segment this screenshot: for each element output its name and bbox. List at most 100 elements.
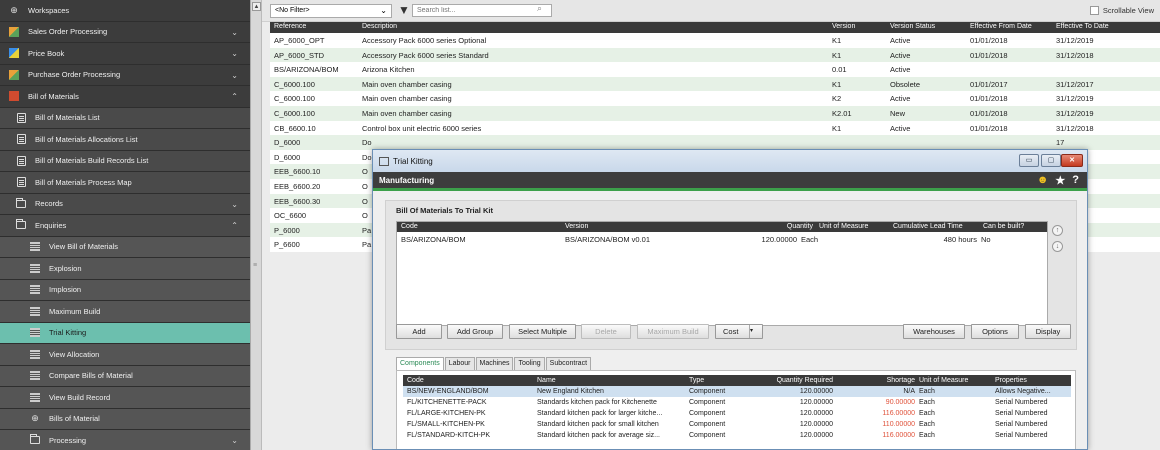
bom-col-can-build[interactable]: Can be built?	[983, 223, 1024, 230]
dialog-titlebar[interactable]: Trial Kitting ▭ ▢ ✕	[373, 150, 1087, 172]
bom-col-quantity[interactable]: Quantity	[753, 223, 813, 230]
sidebar-item-enquiries[interactable]: Enquiries ⌃	[0, 215, 250, 237]
tab-subcontract[interactable]: Subcontract	[545, 357, 592, 370]
sidebar-item-bills-of-material[interactable]: ⊕ Bills of Material	[0, 408, 250, 430]
table-row[interactable]: CB_6600.10 Control box unit electric 6000…	[270, 120, 1160, 136]
sidebar-item-bill-of-materials-build-records-list[interactable]: Bill of Materials Build Records List	[0, 150, 250, 172]
options-button[interactable]: Options	[971, 324, 1019, 339]
component-row[interactable]: FL/SMALL-KITCHEN-PK Standard kitchen pack…	[403, 419, 1071, 430]
col-header-reference[interactable]: Reference	[274, 23, 306, 30]
sidebar-item-workspaces[interactable]: ⊕ Workspaces	[0, 0, 250, 22]
bom-col-lead-time[interactable]: Cumulative Lead Time	[893, 223, 963, 230]
component-row[interactable]: FL/LARGE-KITCHEN-PK Standard kitchen pack…	[403, 408, 1071, 419]
help-icon[interactable]: ?	[1072, 174, 1079, 187]
table-row[interactable]: D_6000 Do 17	[270, 135, 1160, 150]
table-row[interactable]: C_6000.100 Main oven chamber casing K2 Acti…	[270, 91, 1160, 106]
search-icon[interactable]: ⌕	[537, 3, 542, 14]
col-header-description[interactable]: Description	[362, 23, 397, 30]
sidebar-item-processing[interactable]: Processing ⌄	[0, 430, 250, 450]
bom-col-code[interactable]: Code	[401, 223, 418, 230]
comp-col-type[interactable]: Type	[689, 377, 704, 384]
sidebar-item-explosion[interactable]: Explosion	[0, 258, 250, 280]
move-up-icon[interactable]: ↑	[1052, 225, 1063, 236]
comp-col-name[interactable]: Name	[537, 377, 556, 384]
bom-col-version[interactable]: Version	[565, 223, 588, 230]
tab-tooling[interactable]: Tooling	[514, 357, 545, 370]
cost-button[interactable]: Cost ▾	[715, 324, 763, 339]
sidebar-item-view-build-record[interactable]: View Build Record	[0, 387, 250, 409]
table-row[interactable]: BS/ARIZONA/BOM Arizona Kitchen 0.01 Active	[270, 62, 1160, 77]
table-row[interactable]: C_6000.100 Main oven chamber casing K2.01 N…	[270, 105, 1160, 121]
sidebar-item-purchase-order-processing[interactable]: Purchase Order Processing ⌄	[0, 65, 250, 86]
col-header-version-status[interactable]: Version Status	[890, 23, 935, 30]
sidebar-item-bill-of-materials-list[interactable]: Bill of Materials List	[0, 107, 250, 129]
cell-description: Control box unit electric 6000 series	[362, 123, 482, 133]
feedback-smiley-icon[interactable]: ☻	[1037, 174, 1049, 187]
sidebar-item-trial-kitting[interactable]: Trial Kitting	[0, 322, 250, 344]
sidebar-item-price-book[interactable]: Price Book ⌄	[0, 43, 250, 65]
component-row[interactable]: BS/NEW-ENGLAND/BOM New England Kitchen Com…	[403, 386, 1071, 397]
cell-version: K1	[832, 50, 842, 60]
comp-col-uom[interactable]: Unit of Measure	[919, 377, 968, 384]
chevron-down-icon[interactable]: ⌄	[231, 436, 238, 445]
minimize-button[interactable]: ▭	[1019, 154, 1039, 167]
comp-col-code[interactable]: Code	[407, 377, 424, 384]
select-multiple-button[interactable]: Select Multiple	[509, 324, 576, 339]
table-row[interactable]: AP_6000_STD Accessory Pack 6000 series St…	[270, 47, 1160, 63]
tab-components[interactable]: Components	[396, 357, 444, 370]
caret-down-icon[interactable]: ▾	[749, 325, 762, 338]
comp-col-quantity-required[interactable]: Quantity Required	[765, 377, 833, 384]
bom-col-uom[interactable]: Unit of Measure	[819, 223, 868, 230]
component-cell-qty: 120.00000	[799, 387, 833, 395]
col-header-effective-to[interactable]: Effective To Date	[1056, 23, 1109, 30]
chevron-down-icon[interactable]: ⌄	[231, 28, 238, 37]
add-button[interactable]: Add	[396, 324, 442, 339]
cell-version-status: Active	[890, 94, 911, 104]
splitter-grip-icon[interactable]: ≡	[253, 262, 260, 269]
funnel-filter-icon[interactable]: ▼	[398, 3, 410, 17]
comp-col-shortage[interactable]: Shortage	[875, 377, 915, 384]
sidebar-item-view-allocation[interactable]: View Allocation	[0, 344, 250, 366]
display-button[interactable]: Display	[1025, 324, 1071, 339]
table-row[interactable]: AP_6000_OPT Accessory Pack 6000 series Op…	[270, 33, 1160, 48]
col-header-version[interactable]: Version	[832, 23, 855, 30]
filter-select[interactable]: <No Filter> ⌄	[270, 4, 392, 18]
chevron-up-icon[interactable]: ⌃	[231, 221, 238, 230]
move-down-icon[interactable]: ↓	[1052, 241, 1063, 252]
chevron-up-icon[interactable]: ⌃	[231, 92, 238, 101]
component-cell-shortage: 116.00000	[882, 409, 915, 417]
comp-col-properties[interactable]: Properties	[995, 377, 1027, 384]
bom-grid-row[interactable]: BS/ARIZONA/BOM BS/ARIZONA/BOM v0.01 120.…	[397, 234, 1047, 245]
table-row[interactable]: C_6000.100 Main oven chamber casing K1 Obso…	[270, 76, 1160, 92]
sidebar-item-view-bill-of-materials[interactable]: View Bill of Materials	[0, 236, 250, 258]
chevron-down-icon[interactable]: ⌄	[231, 200, 238, 209]
sidebar-item-bill-of-materials-process-map[interactable]: Bill of Materials Process Map	[0, 172, 250, 194]
scroll-up-icon[interactable]: ▲	[252, 2, 261, 11]
chevron-down-icon[interactable]: ⌄	[231, 49, 238, 58]
sidebar-item-sales-order-processing[interactable]: Sales Order Processing ⌄	[0, 22, 250, 43]
tab-machines[interactable]: Machines	[475, 357, 514, 370]
scrollable-view-checkbox[interactable]	[1089, 6, 1099, 15]
component-row[interactable]: FL/KITCHENETTE-PACK Standards kitchen pac…	[403, 397, 1071, 408]
delete-button[interactable]: Delete	[581, 324, 631, 339]
search-input[interactable]	[412, 4, 552, 17]
component-row[interactable]: FL/STANDARD-KITCH-PK Standard kitchen pac…	[403, 430, 1071, 441]
favourite-star-icon[interactable]: ★	[1055, 174, 1065, 187]
scrollable-view-toggle[interactable]: Scrollable View	[1089, 6, 1154, 15]
sidebar-item-records[interactable]: Records ⌄	[0, 193, 250, 215]
close-button[interactable]: ✕	[1061, 154, 1083, 167]
sidebar-item-bill-of-materials-allocations-list[interactable]: Bill of Materials Allocations List	[0, 129, 250, 151]
sidebar-item-compare-bills-of-material[interactable]: Compare Bills of Material	[0, 365, 250, 387]
tab-labour[interactable]: Labour	[444, 357, 475, 370]
cell-description: Pa	[362, 225, 372, 235]
chevron-down-icon[interactable]: ⌄	[231, 71, 238, 80]
sidebar-item-implosion[interactable]: Implosion	[0, 279, 250, 301]
sidebar-scrollbar[interactable]: ▲ ≡	[250, 0, 262, 450]
maximize-button[interactable]: ▢	[1041, 154, 1061, 167]
add-group-button[interactable]: Add Group	[447, 324, 503, 339]
warehouses-button[interactable]: Warehouses	[903, 324, 965, 339]
maximum-build-button[interactable]: Maximum Build	[637, 324, 709, 339]
sidebar-item-maximum-build[interactable]: Maximum Build	[0, 301, 250, 323]
sidebar-item-bill-of-materials[interactable]: Bill of Materials ⌃	[0, 86, 250, 108]
col-header-effective-from[interactable]: Effective From Date	[970, 23, 1032, 30]
